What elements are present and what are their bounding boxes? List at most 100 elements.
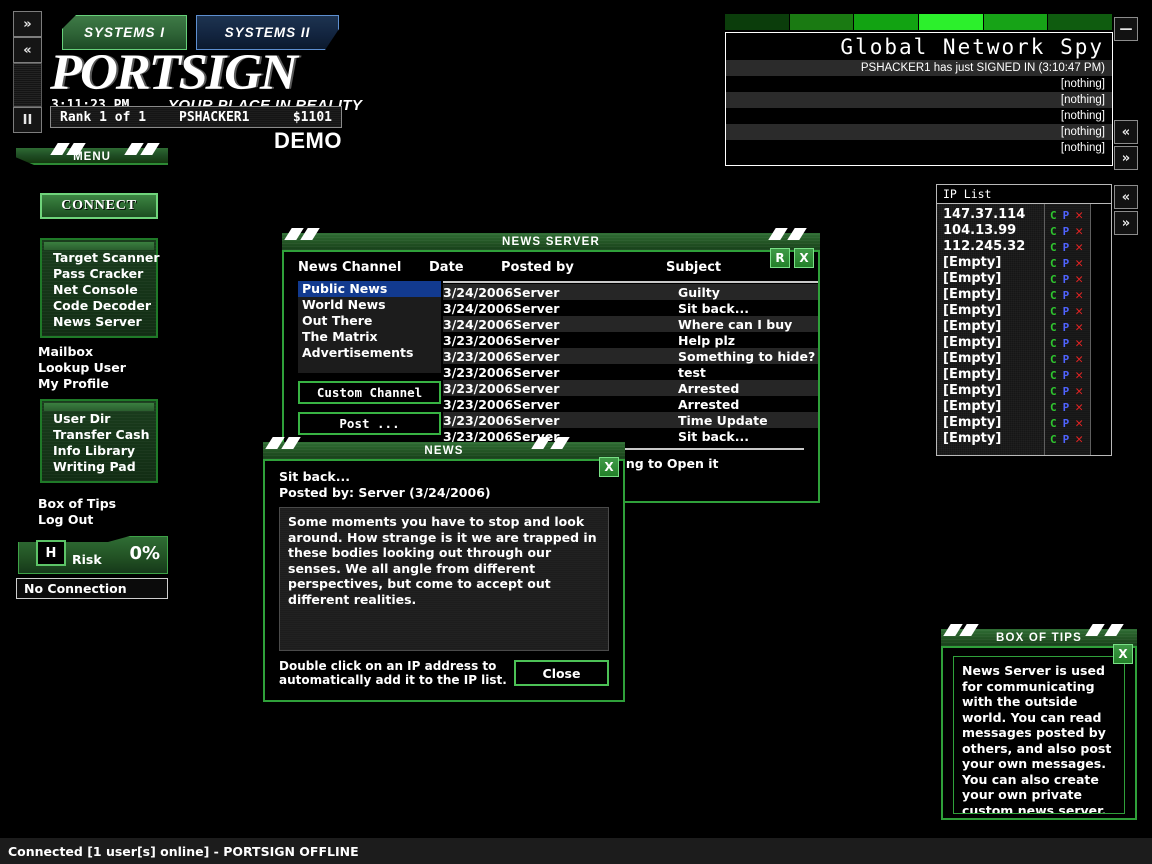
paste-icon[interactable]: P — [1063, 369, 1070, 382]
channel-list[interactable]: Public NewsWorld NewsOut ThereThe Matrix… — [298, 281, 441, 373]
delete-icon[interactable]: ✕ — [1075, 432, 1083, 447]
ip-list-row[interactable]: [Empty] — [937, 287, 1044, 303]
paste-icon[interactable]: P — [1063, 321, 1070, 334]
box-of-tips-titlebar[interactable]: BOX OF TIPS — [941, 624, 1137, 646]
post-row[interactable]: 3/23/2006ServerArrested — [443, 396, 818, 412]
connect-icon[interactable]: C — [1050, 385, 1057, 398]
connect-icon[interactable]: C — [1050, 353, 1057, 366]
sidebar-item-news-server[interactable]: News Server — [42, 314, 156, 330]
connect-icon[interactable]: C — [1050, 273, 1057, 286]
ip-list-row[interactable]: 104.13.99 — [937, 223, 1044, 239]
rail-pause-icon[interactable]: II — [13, 107, 42, 133]
post-row[interactable]: 3/24/2006ServerSit back... — [443, 300, 818, 316]
delete-icon[interactable]: ✕ — [1075, 368, 1083, 383]
connect-icon[interactable]: C — [1050, 305, 1057, 318]
sidebar-item-pass-cracker[interactable]: Pass Cracker — [42, 266, 156, 282]
ip-list-row[interactable]: 112.245.32 — [937, 239, 1044, 255]
news-dialog-titlebar[interactable]: NEWS — [263, 437, 625, 459]
sidebar-item-log-out[interactable]: Log Out — [38, 512, 93, 527]
minimize-button[interactable]: — — [1114, 17, 1138, 41]
paste-icon[interactable]: P — [1063, 209, 1070, 222]
delete-icon[interactable]: ✕ — [1075, 352, 1083, 367]
channel-item[interactable]: Out There — [298, 313, 441, 329]
connect-icon[interactable]: C — [1050, 337, 1057, 350]
connect-icon[interactable]: C — [1050, 257, 1057, 270]
ip-list-row[interactable]: [Empty] — [937, 431, 1044, 447]
post-row[interactable]: 3/24/2006ServerGuilty — [443, 284, 818, 300]
post-row[interactable]: 3/23/2006ServerSomething to hide? — [443, 348, 818, 364]
delete-icon[interactable]: ✕ — [1075, 240, 1083, 255]
news-dialog-close-icon[interactable]: X — [599, 457, 619, 477]
connect-button[interactable]: CONNECT — [40, 193, 158, 219]
delete-icon[interactable]: ✕ — [1075, 288, 1083, 303]
ip-list-row[interactable]: [Empty] — [937, 351, 1044, 367]
connect-icon[interactable]: C — [1050, 241, 1057, 254]
delete-icon[interactable]: ✕ — [1075, 320, 1083, 335]
ip-list-row[interactable]: [Empty] — [937, 271, 1044, 287]
sidebar-item-my-profile[interactable]: My Profile — [38, 376, 109, 391]
ip-list-row[interactable]: [Empty] — [937, 303, 1044, 319]
paste-icon[interactable]: P — [1063, 433, 1070, 446]
delete-icon[interactable]: ✕ — [1075, 416, 1083, 431]
sidebar-item-transfer-cash[interactable]: Transfer Cash — [42, 427, 156, 443]
paste-icon[interactable]: P — [1063, 385, 1070, 398]
sidebar-item-user-dir[interactable]: User Dir — [42, 411, 156, 427]
ip-list-next-button[interactable]: » — [1114, 211, 1138, 235]
news-dialog-close-button[interactable]: Close — [514, 660, 609, 686]
sidebar-item-box-of-tips[interactable]: Box of Tips — [38, 496, 116, 511]
ip-list-row[interactable]: [Empty] — [937, 255, 1044, 271]
paste-icon[interactable]: P — [1063, 289, 1070, 302]
channel-item[interactable]: The Matrix — [298, 329, 441, 345]
paste-icon[interactable]: P — [1063, 337, 1070, 350]
box-of-tips-close-button[interactable]: X — [1113, 644, 1133, 664]
spy-prev-button[interactable]: « — [1114, 120, 1138, 144]
paste-icon[interactable]: P — [1063, 353, 1070, 366]
sidebar-item-mailbox[interactable]: Mailbox — [38, 344, 93, 359]
delete-icon[interactable]: ✕ — [1075, 336, 1083, 351]
delete-icon[interactable]: ✕ — [1075, 400, 1083, 415]
connect-icon[interactable]: C — [1050, 369, 1057, 382]
sidebar-item-net-console[interactable]: Net Console — [42, 282, 156, 298]
spy-next-button[interactable]: » — [1114, 146, 1138, 170]
delete-icon[interactable]: ✕ — [1075, 256, 1083, 271]
connect-icon[interactable]: C — [1050, 401, 1057, 414]
paste-icon[interactable]: P — [1063, 257, 1070, 270]
sidebar-item-target-scanner[interactable]: Target Scanner — [42, 250, 156, 266]
connect-icon[interactable]: C — [1050, 289, 1057, 302]
refresh-button[interactable]: R — [770, 248, 790, 268]
delete-icon[interactable]: ✕ — [1075, 224, 1083, 239]
post-list[interactable]: 3/24/2006ServerGuilty3/24/2006ServerSit … — [443, 281, 818, 444]
ip-list-row[interactable]: [Empty] — [937, 399, 1044, 415]
rail-forward-icon[interactable]: » — [13, 11, 42, 37]
paste-icon[interactable]: P — [1063, 417, 1070, 430]
paste-icon[interactable]: P — [1063, 305, 1070, 318]
ip-list-row[interactable]: 147.37.114 — [937, 207, 1044, 223]
channel-item[interactable]: Advertisements — [298, 345, 441, 361]
ip-list-prev-button[interactable]: « — [1114, 185, 1138, 209]
ip-list-row[interactable]: [Empty] — [937, 415, 1044, 431]
post-button[interactable]: Post ... — [298, 412, 441, 435]
paste-icon[interactable]: P — [1063, 401, 1070, 414]
channel-item[interactable]: World News — [298, 297, 441, 313]
connect-icon[interactable]: C — [1050, 321, 1057, 334]
post-row[interactable]: 3/23/2006Servertest — [443, 364, 818, 380]
post-row[interactable]: 3/23/2006ServerArrested — [443, 380, 818, 396]
paste-icon[interactable]: P — [1063, 241, 1070, 254]
sidebar-item-writing-pad[interactable]: Writing Pad — [42, 459, 156, 475]
paste-icon[interactable]: P — [1063, 273, 1070, 286]
post-row[interactable]: 3/23/2006ServerHelp plz — [443, 332, 818, 348]
sidebar-item-code-decoder[interactable]: Code Decoder — [42, 298, 156, 314]
post-row[interactable]: 3/24/2006ServerWhere can I buy — [443, 316, 818, 332]
connect-icon[interactable]: C — [1050, 225, 1057, 238]
delete-icon[interactable]: ✕ — [1075, 384, 1083, 399]
connect-icon[interactable]: C — [1050, 209, 1057, 222]
delete-icon[interactable]: ✕ — [1075, 272, 1083, 287]
custom-channel-button[interactable]: Custom Channel — [298, 381, 441, 404]
news-server-titlebar[interactable]: NEWS SERVER — [282, 228, 820, 250]
post-row[interactable]: 3/23/2006ServerTime Update — [443, 412, 818, 428]
sidebar-item-info-library[interactable]: Info Library — [42, 443, 156, 459]
sidebar-item-lookup-user[interactable]: Lookup User — [38, 360, 126, 375]
ip-list-row[interactable]: [Empty] — [937, 335, 1044, 351]
delete-icon[interactable]: ✕ — [1075, 208, 1083, 223]
connect-icon[interactable]: C — [1050, 433, 1057, 446]
